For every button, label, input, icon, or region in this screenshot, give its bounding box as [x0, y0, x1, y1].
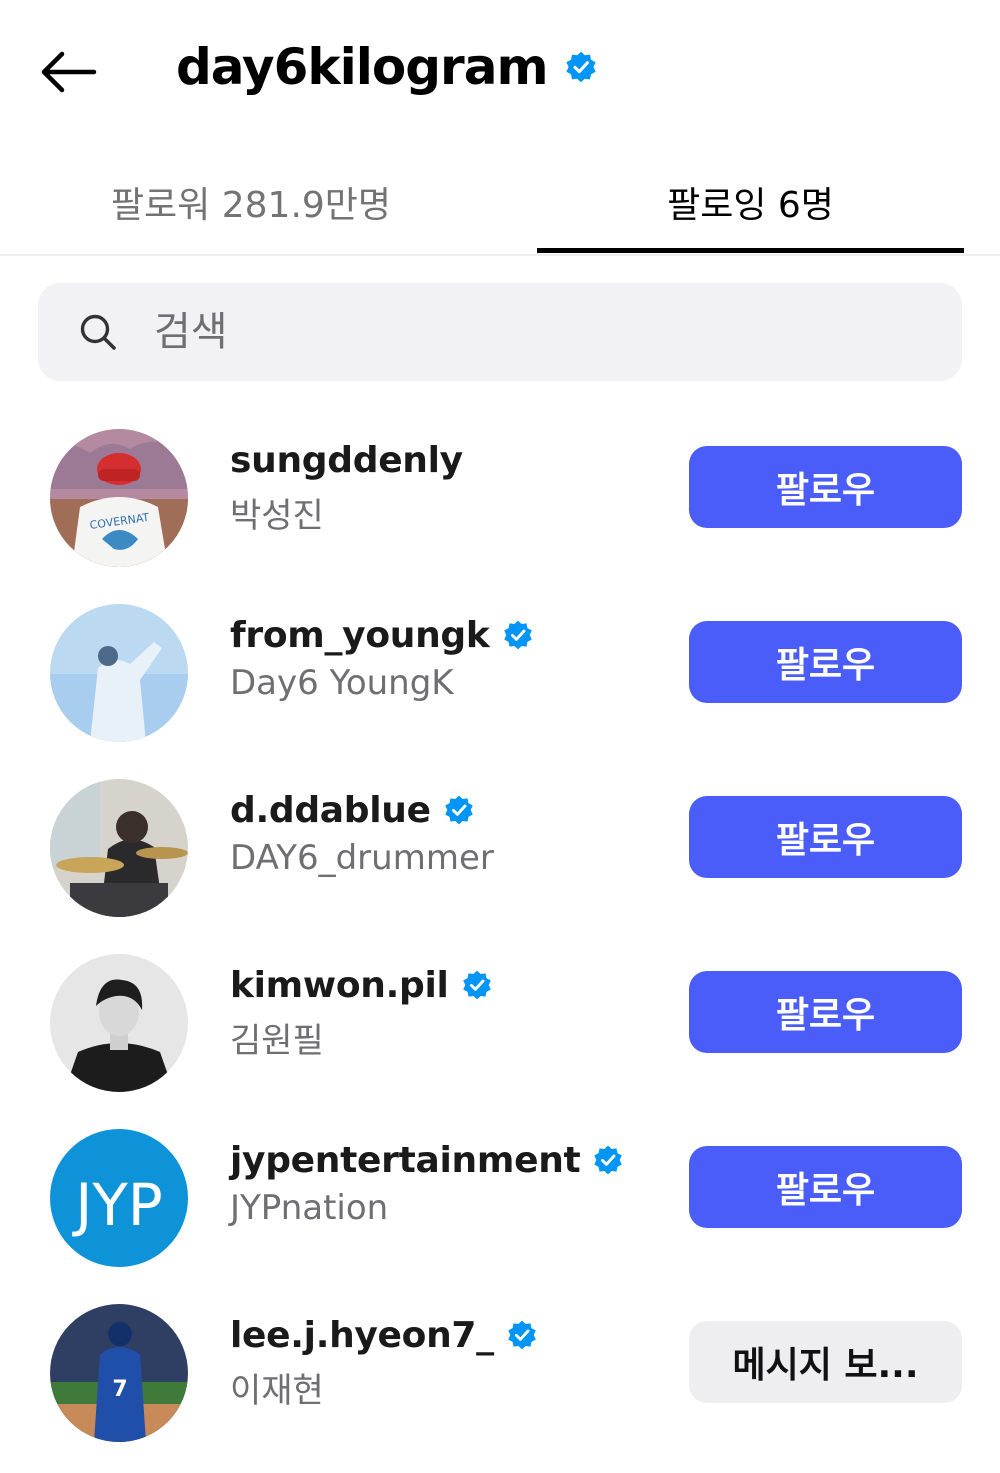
list-item[interactable]: 7 lee.j.hyeon7_ 이재현 메시지 보...: [0, 1293, 1000, 1453]
active-tab-indicator: [537, 248, 964, 253]
verified-badge-icon: [594, 1145, 623, 1175]
jyp-logo-text: JYP: [72, 1171, 163, 1239]
full-name: 이재현: [230, 1371, 324, 1411]
username[interactable]: jypentertainment: [230, 1140, 581, 1181]
full-name: 김원필: [230, 1021, 324, 1061]
verified-badge-icon: [565, 51, 596, 83]
tab-followers[interactable]: 팔로워 281.9만명: [36, 150, 466, 254]
user-names: kimwon.pil 김원필: [230, 961, 493, 1062]
verified-badge-icon: [508, 1320, 536, 1350]
username[interactable]: lee.j.hyeon7_: [230, 1315, 494, 1356]
username[interactable]: sungddenly: [230, 440, 463, 481]
follow-button[interactable]: 팔로우: [689, 446, 962, 528]
user-names: d.ddablue DAY6_drummer: [230, 786, 494, 879]
verified-badge-icon: [503, 620, 532, 650]
message-button[interactable]: 메시지 보...: [689, 1321, 962, 1403]
follow-button[interactable]: 팔로우: [689, 1146, 962, 1228]
username[interactable]: from_youngk: [230, 615, 490, 656]
search-bar[interactable]: [38, 283, 962, 381]
back-button[interactable]: [36, 44, 100, 100]
jersey-number-text: 7: [112, 1377, 127, 1402]
header: day6kilogram: [0, 0, 1000, 140]
user-names: jypentertainment JYPnation: [230, 1136, 624, 1228]
verified-badge-icon: [444, 795, 473, 825]
verified-badge-icon: [462, 970, 491, 1000]
list-item[interactable]: kimwon.pil 김원필 팔로우: [0, 943, 1000, 1103]
avatar[interactable]: [50, 954, 188, 1092]
avatar[interactable]: COVERNAT: [50, 429, 188, 567]
avatar[interactable]: [50, 779, 188, 917]
page-title: day6kilogram: [176, 38, 549, 96]
arrow-left-icon: [41, 51, 97, 93]
user-names: from_youngk Day6 YoungK: [230, 611, 534, 703]
user-names: lee.j.hyeon7_ 이재현: [230, 1311, 538, 1412]
search-icon: [80, 314, 116, 350]
user-names: sungddenly 박성진: [230, 436, 463, 537]
search-input[interactable]: [154, 309, 914, 355]
tab-following[interactable]: 팔로잉 6명: [537, 150, 964, 254]
username[interactable]: kimwon.pil: [230, 965, 449, 1006]
avatar[interactable]: JYP: [50, 1129, 188, 1267]
username[interactable]: d.ddablue: [230, 790, 431, 831]
profile-title: day6kilogram: [176, 38, 598, 96]
following-list-screen: day6kilogram 팔로워 281.9만명 팔로잉 6명 검색 COVER…: [0, 0, 1000, 1473]
avatar[interactable]: [50, 604, 188, 742]
full-name: 박성진: [230, 496, 324, 536]
list-item[interactable]: d.ddablue DAY6_drummer 팔로우: [0, 768, 1000, 928]
avatar[interactable]: 7: [50, 1304, 188, 1442]
full-name: DAY6_drummer: [230, 838, 494, 878]
full-name: Day6 YoungK: [230, 663, 454, 703]
list-item[interactable]: from_youngk Day6 YoungK 팔로우: [0, 593, 1000, 753]
follow-button[interactable]: 팔로우: [689, 796, 962, 878]
full-name: JYPnation: [230, 1188, 389, 1228]
follow-tabs: 팔로워 281.9만명 팔로잉 6명: [0, 150, 1000, 256]
follow-button[interactable]: 팔로우: [689, 971, 962, 1053]
follow-button[interactable]: 팔로우: [689, 621, 962, 703]
list-item[interactable]: JYP jypentertainment JYPnation 팔로우: [0, 1118, 1000, 1278]
list-item[interactable]: COVERNAT sungddenly 박성진 팔로우: [0, 418, 1000, 578]
